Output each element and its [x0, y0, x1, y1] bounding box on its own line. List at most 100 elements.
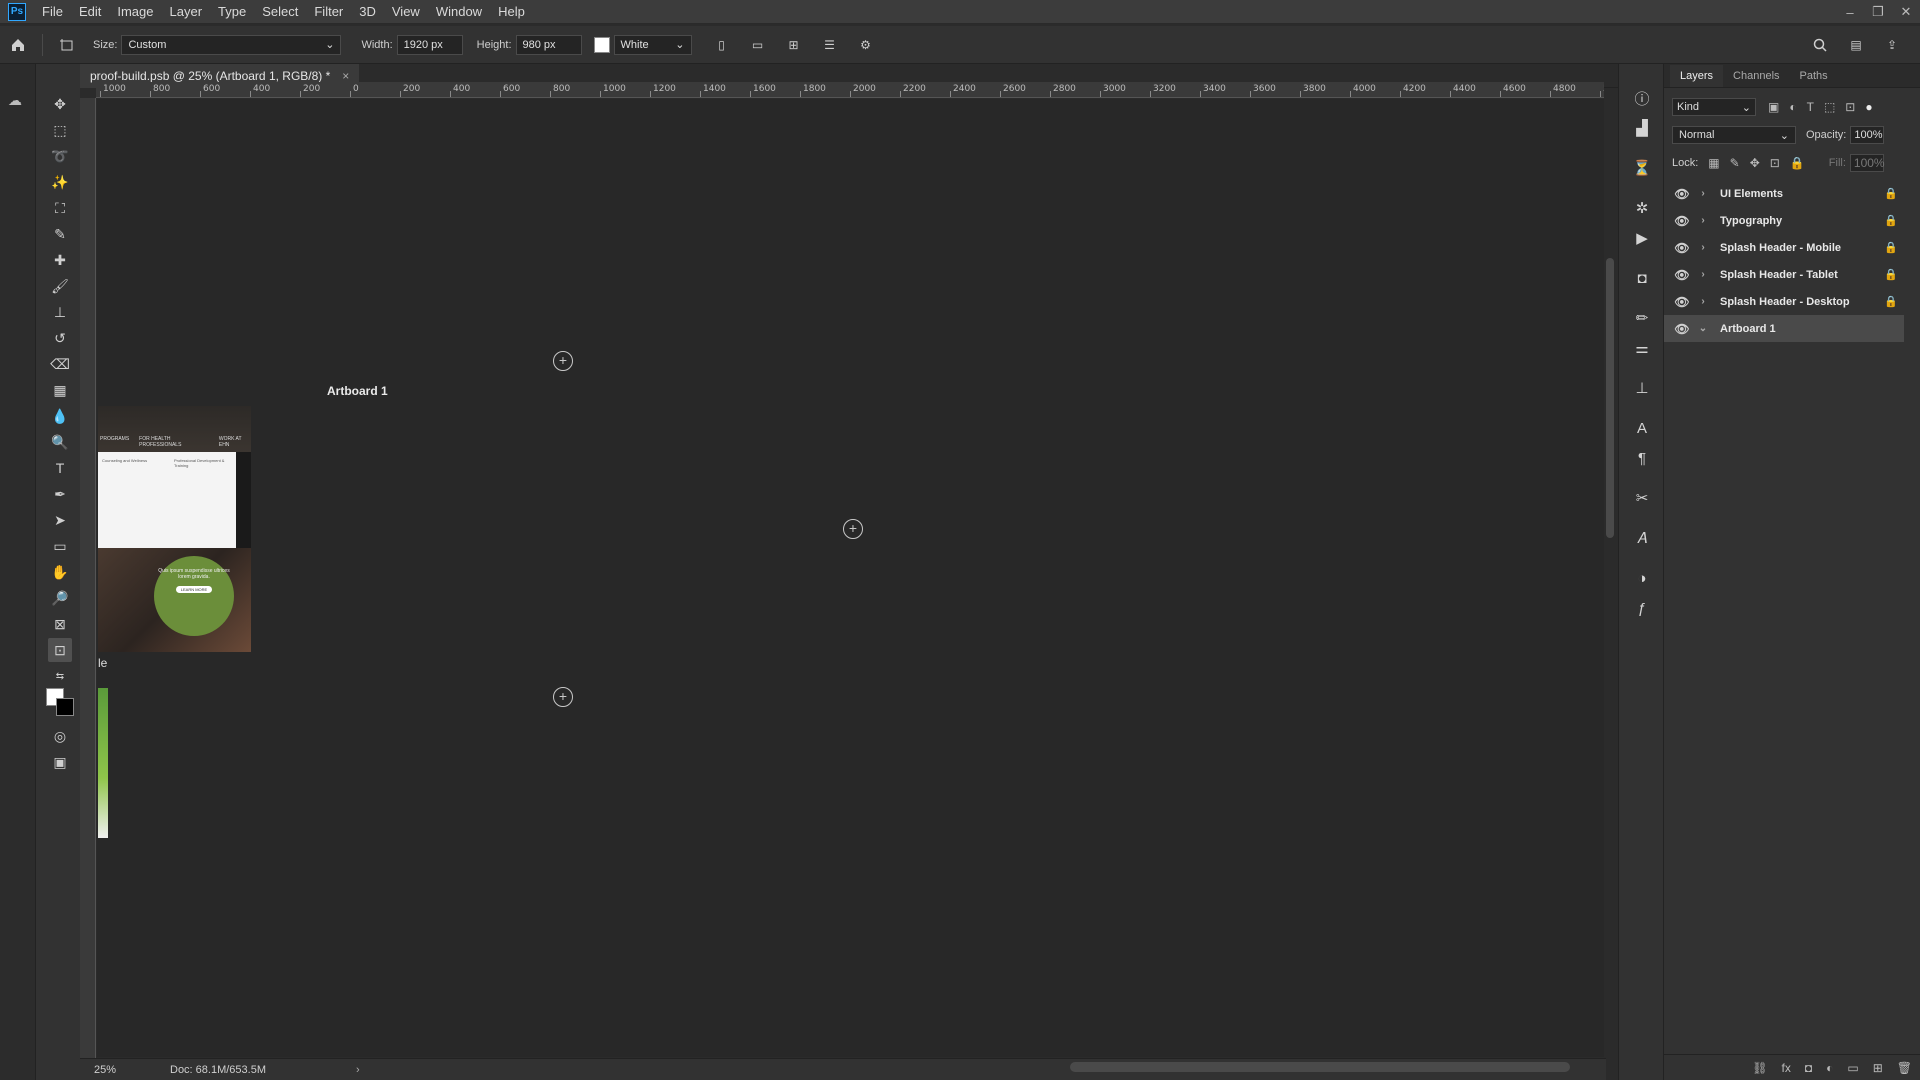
brush-tool-icon[interactable]: 🖌	[48, 274, 72, 298]
menu-type[interactable]: Type	[210, 0, 254, 24]
marquee-tool-icon[interactable]: ⬚	[48, 118, 72, 142]
menu-filter[interactable]: Filter	[306, 0, 351, 24]
magic-wand-tool-icon[interactable]: ✨	[48, 170, 72, 194]
background-color-swatch[interactable]	[56, 698, 74, 716]
minimize-icon[interactable]: –	[1836, 0, 1864, 24]
status-arrow-icon[interactable]: ›	[356, 1064, 360, 1076]
zoom-tool-icon[interactable]: 🔎	[48, 586, 72, 610]
brushes-icon[interactable]: ✏	[1630, 306, 1654, 330]
eye-icon[interactable]: 👁	[1670, 268, 1694, 282]
menu-window[interactable]: Window	[428, 0, 490, 24]
type-filter-icon[interactable]: T	[1807, 100, 1814, 114]
background-select[interactable]: White ⌄	[613, 34, 692, 55]
rectangle-tool-icon[interactable]: ▭	[48, 534, 72, 558]
menu-file[interactable]: File	[34, 0, 71, 24]
align-icon[interactable]: ☰	[818, 33, 842, 57]
eyedropper-tool-icon[interactable]: ✎	[48, 222, 72, 246]
quick-mask-icon[interactable]: ◎	[48, 724, 72, 748]
type-tool-icon[interactable]: T	[48, 456, 72, 480]
cloud-docs-icon[interactable]: ☁	[8, 92, 22, 109]
gradient-tool-icon[interactable]: ▦	[48, 378, 72, 402]
layer-style-icon[interactable]: fx	[1782, 1061, 1791, 1075]
background-color-swatch[interactable]	[593, 36, 610, 53]
eye-icon[interactable]: 👁	[1670, 187, 1694, 201]
layer-row-selected[interactable]: 👁 ⌄ Artboard 1	[1664, 315, 1904, 342]
add-artboard-top-icon[interactable]: +	[553, 351, 573, 371]
make-landscape-icon[interactable]: ▭	[746, 33, 770, 57]
pixel-filter-icon[interactable]: ▣	[1768, 100, 1779, 114]
artboard-label[interactable]: Artboard 1	[327, 384, 388, 398]
close-window-icon[interactable]: ✕	[1892, 0, 1920, 24]
history-brush-tool-icon[interactable]: ↺	[48, 326, 72, 350]
glyphs-icon[interactable]: 𝐴	[1630, 526, 1654, 550]
character-icon[interactable]: A	[1630, 416, 1654, 440]
adjustment-filter-icon[interactable]: ◐	[1789, 100, 1796, 114]
tab-channels[interactable]: Channels	[1723, 65, 1789, 87]
blur-tool-icon[interactable]: 💧	[48, 404, 72, 428]
share-icon[interactable]: ⇪	[1880, 33, 1904, 57]
add-artboard-icon[interactable]: ⊞	[782, 33, 806, 57]
adjustments-icon[interactable]: ⚌	[1630, 336, 1654, 360]
search-icon[interactable]	[1808, 33, 1832, 57]
horizontal-scroll-thumb[interactable]	[1070, 1062, 1570, 1072]
lock-pixels-icon[interactable]: ✎	[1730, 156, 1740, 170]
path-selection-tool-icon[interactable]: ➤	[48, 508, 72, 532]
menu-help[interactable]: Help	[490, 0, 533, 24]
chevron-down-icon[interactable]: ⌄	[1694, 323, 1712, 334]
layer-row[interactable]: 👁 › Splash Header - Tablet 🔒	[1664, 261, 1904, 288]
paragraph-icon[interactable]: ¶	[1630, 446, 1654, 470]
default-colors-icon[interactable]: ⇆	[48, 664, 72, 688]
info-icon[interactable]: ⓘ	[1630, 86, 1654, 110]
artboard-tool-preset-icon[interactable]	[55, 33, 79, 57]
menu-select[interactable]: Select	[254, 0, 306, 24]
filter-toggle-icon[interactable]: ●	[1865, 100, 1872, 114]
navigator-icon[interactable]: ✲	[1630, 196, 1654, 220]
libraries-icon[interactable]: ◘	[1630, 266, 1654, 290]
horizontal-ruler[interactable]: 1000 800 600 400 200 0 200 400 600 800 1000 1200 140…	[96, 82, 1604, 98]
chevron-right-icon[interactable]: ›	[1694, 215, 1712, 226]
opacity-field[interactable]: 100%	[1850, 126, 1885, 144]
clone-source-icon[interactable]: ⊥	[1630, 376, 1654, 400]
menu-edit[interactable]: Edit	[71, 0, 109, 24]
artboard-desktop-preview[interactable]: PROGRAMS FOR HEALTH PROFESSIONALS WORK A…	[98, 406, 251, 652]
gear-icon[interactable]: ⚙	[854, 33, 878, 57]
chevron-right-icon[interactable]: ›	[1694, 242, 1712, 253]
pen-tool-icon[interactable]: ✒	[48, 482, 72, 506]
artboard-tool-icon[interactable]: ⊡	[48, 638, 72, 662]
layer-row[interactable]: 👁 › Splash Header - Desktop 🔒	[1664, 288, 1904, 315]
lock-position-icon[interactable]: ✥	[1750, 156, 1760, 170]
workspace-icon[interactable]: ▤	[1844, 33, 1868, 57]
styles-icon[interactable]: ƒ	[1630, 596, 1654, 620]
artboard-mobile-preview[interactable]	[98, 688, 108, 838]
lock-all-icon[interactable]: 🔒	[1790, 156, 1805, 170]
blend-mode-select[interactable]: Normal ⌄	[1672, 126, 1796, 144]
close-document-icon[interactable]: ×	[342, 69, 349, 83]
layer-row[interactable]: 👁 › UI Elements 🔒	[1664, 180, 1904, 207]
home-icon[interactable]	[6, 33, 30, 57]
frame-tool-icon[interactable]: ⊠	[48, 612, 72, 636]
add-artboard-bottom-icon[interactable]: +	[553, 687, 573, 707]
tool-presets-icon[interactable]: ✂	[1630, 486, 1654, 510]
history-icon[interactable]: ⏳	[1630, 156, 1654, 180]
canvas-area[interactable]: Artboard 1 + + +	[97, 99, 1604, 1057]
eye-icon[interactable]: 👁	[1670, 295, 1694, 309]
make-portrait-icon[interactable]: ▯	[710, 33, 734, 57]
eye-icon[interactable]: 👁	[1670, 322, 1694, 336]
dodge-tool-icon[interactable]: 🔍	[48, 430, 72, 454]
shape-filter-icon[interactable]: ⬚	[1824, 100, 1835, 114]
chevron-right-icon[interactable]: ›	[1694, 296, 1712, 307]
tab-paths[interactable]: Paths	[1790, 65, 1838, 87]
eye-icon[interactable]: 👁	[1670, 214, 1694, 228]
move-tool-icon[interactable]: ✥	[48, 92, 72, 116]
eye-icon[interactable]: 👁	[1670, 241, 1694, 255]
layer-row[interactable]: 👁 › Splash Header - Mobile 🔒	[1664, 234, 1904, 261]
vertical-scroll-thumb[interactable]	[1606, 258, 1614, 538]
screen-mode-icon[interactable]: ▣	[48, 750, 72, 774]
smart-object-filter-icon[interactable]: ⊡	[1845, 100, 1855, 114]
adjustment-layer-icon[interactable]: ◐	[1826, 1061, 1833, 1075]
restore-icon[interactable]: ❐	[1864, 0, 1892, 24]
chevron-right-icon[interactable]: ›	[1694, 269, 1712, 280]
vertical-ruler[interactable]	[80, 98, 96, 1058]
menu-3d[interactable]: 3D	[351, 0, 384, 24]
size-select[interactable]: Custom ⌄	[121, 34, 342, 55]
